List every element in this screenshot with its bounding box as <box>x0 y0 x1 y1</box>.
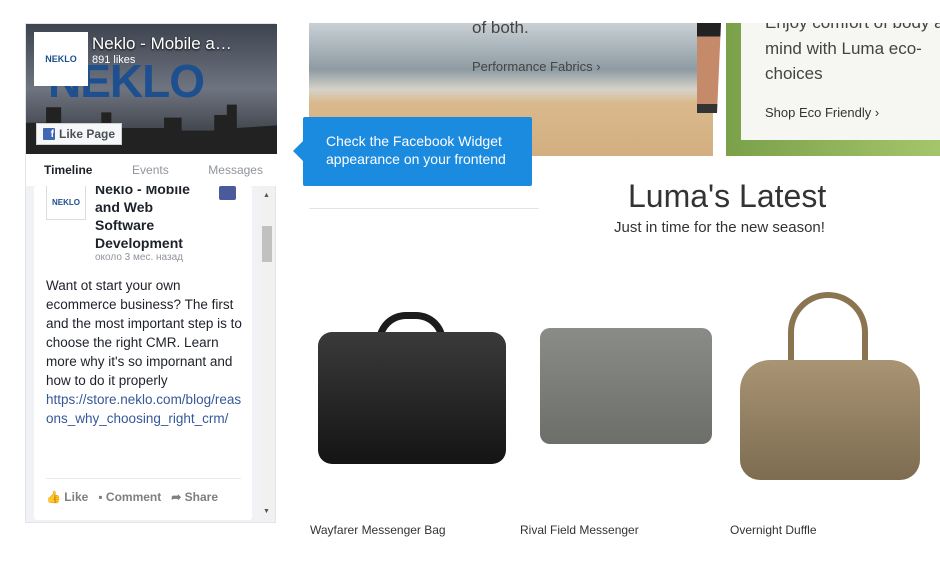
post-link[interactable]: https://store.neklo.com/blog/reasons_why… <box>46 390 246 428</box>
comment-label: Comment <box>105 490 162 504</box>
product-image-duffle[interactable] <box>740 292 920 482</box>
post-actions: 👍 Like ▪ Comment ➦ Share <box>46 478 241 504</box>
comment-action[interactable]: ▪ Comment <box>98 490 161 504</box>
facebook-page-widget: NEKLO NEKLO Neklo - Mobile a… 891 likes … <box>25 23 277 523</box>
post-author[interactable]: Neklo - Mobile and Web Software Developm… <box>95 186 205 252</box>
tab-events[interactable]: Events <box>132 163 169 177</box>
like-page-label: Like Page <box>59 127 116 141</box>
facebook-icon <box>219 186 236 200</box>
widget-tabs: Timeline Events Messages <box>26 154 277 186</box>
product-image-wayfarer[interactable] <box>318 312 506 464</box>
like-label: Like <box>64 490 89 504</box>
scrollbar[interactable]: ▲ ▼ <box>259 186 275 520</box>
scroll-down-arrow-icon[interactable]: ▼ <box>263 508 270 515</box>
share-icon: ➦ <box>171 490 182 504</box>
product-name[interactable]: Rival Field Messenger <box>520 523 639 537</box>
like-page-button[interactable]: f Like Page <box>36 123 123 145</box>
eco-friendly-banner: Enjoy comfort of body and mind with Luma… <box>726 23 940 156</box>
banner-text: choices <box>765 64 823 83</box>
thumbs-up-icon: 👍 <box>46 490 61 504</box>
page-name[interactable]: Neklo - Mobile a… <box>92 34 232 54</box>
share-label: Share <box>184 490 219 504</box>
post-author-avatar[interactable]: NEKLO <box>46 186 86 220</box>
tooltip: Check the Facebook Widget appearance on … <box>293 117 532 186</box>
runner-image <box>697 23 721 113</box>
post-text: Want ot start your own ecommerce busines… <box>46 276 246 428</box>
share-action[interactable]: ➦ Share <box>171 490 218 504</box>
likes-count: 891 likes <box>92 54 136 66</box>
tab-messages[interactable]: Messages <box>208 163 263 177</box>
page-logo[interactable]: NEKLO <box>34 32 88 86</box>
product-name[interactable]: Overnight Duffle <box>730 523 817 537</box>
scrollbar-thumb[interactable] <box>262 226 272 262</box>
section-title: Luma's Latest <box>628 178 827 214</box>
timeline-post: NEKLO Neklo - Mobile and Web Software De… <box>34 186 252 520</box>
cover-image: NEKLO NEKLO Neklo - Mobile a… 891 likes … <box>26 24 277 154</box>
section-subtitle: Just in time for the new season! <box>614 219 825 236</box>
banner-text: mind with Luma eco- <box>765 39 922 58</box>
like-action[interactable]: 👍 Like <box>46 490 88 504</box>
tab-timeline[interactable]: Timeline <box>44 163 92 177</box>
post-body: Want ot start your own ecommerce busines… <box>46 278 242 388</box>
comment-icon: ▪ <box>98 490 103 504</box>
performance-fabrics-link[interactable]: Performance Fabrics › <box>472 59 601 74</box>
banner-text: of both. <box>472 18 529 37</box>
banner-text: Enjoy comfort of body and <box>765 13 940 32</box>
scroll-up-arrow-icon[interactable]: ▲ <box>263 192 270 199</box>
shop-eco-friendly-link[interactable]: Shop Eco Friendly › <box>765 105 879 120</box>
post-time[interactable]: около 3 мес. назад <box>95 252 183 263</box>
facebook-icon: f <box>43 128 55 140</box>
eco-text-box: Enjoy comfort of body and mind with Luma… <box>741 23 940 140</box>
product-name[interactable]: Wayfarer Messenger Bag <box>310 523 446 537</box>
divider <box>309 208 539 209</box>
product-image-rival[interactable] <box>530 328 712 444</box>
